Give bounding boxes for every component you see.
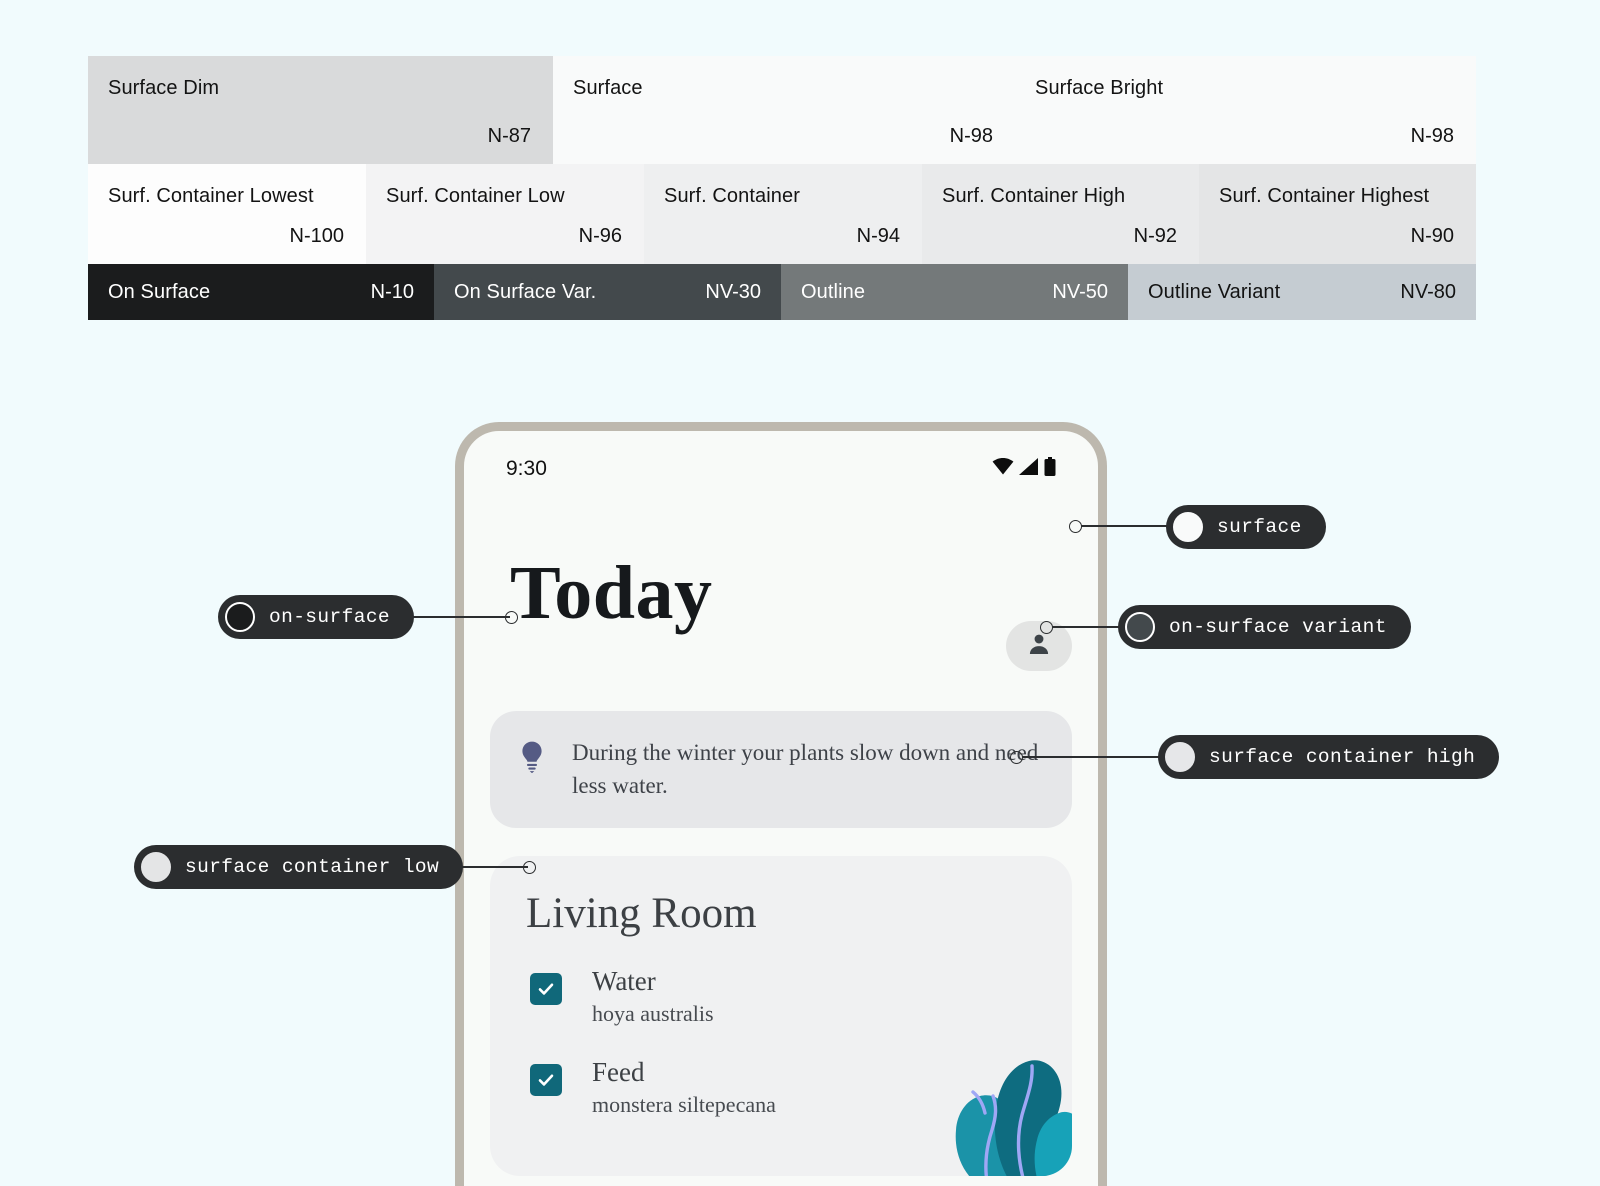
leader-line [1022,756,1166,758]
annotation-pill-surface[interactable]: surface [1166,505,1326,549]
swatch-code: N-100 [289,225,344,247]
leader-line [1052,626,1124,628]
lightbulb-icon [518,741,546,778]
leader-line [404,616,510,618]
tip-text: During the winter your plants slow down … [572,740,1039,798]
leader-endpoint-dot [505,611,518,624]
room-title: Living Room [526,890,757,938]
screen-header: Today [464,493,1098,671]
color-system-page: Surface Dim N-87 Surface N-98 Surface Br… [0,0,1600,1186]
swatch-on-surface-variant[interactable]: On Surface Var. NV-30 [434,264,781,320]
swatch-surface-container-low[interactable]: Surf. Container Low N-96 [366,164,644,264]
status-time: 9:30 [506,457,547,480]
swatch-outline-variant[interactable]: Outline Variant NV-80 [1128,264,1476,320]
swatch-on-surface[interactable]: On Surface N-10 [88,264,434,320]
annotation-label: surface container high [1209,746,1476,768]
battery-icon [1044,457,1056,481]
annotation-pill-on-surface[interactable]: on-surface [218,595,415,639]
swatch-surface-container-high[interactable]: Surf. Container High N-92 [922,164,1199,264]
task-plant: hoya australis [592,1000,714,1026]
swatch-label: Surface Dim [108,77,220,99]
annotation-pill-on-surface-variant[interactable]: on-surface variant [1118,605,1411,649]
leader-line [1081,525,1171,527]
swatch-row-surface-container: Surf. Container Lowest N-100 Surf. Conta… [88,164,1476,264]
swatch-row-on-surface: On Surface N-10 On Surface Var. NV-30 Ou… [88,264,1476,320]
task-list: Water hoya australis Feed monstera silte… [530,966,1072,1118]
check-icon [538,983,554,995]
color-dot [1165,742,1195,772]
tip-card[interactable]: During the winter your plants slow down … [490,711,1072,829]
swatch-surface[interactable]: Surface N-98 [553,56,1015,164]
swatch-surface-container-lowest[interactable]: Surf. Container Lowest N-100 [88,164,366,264]
swatch-surface-container[interactable]: Surf. Container N-94 [644,164,922,264]
swatch-code: N-10 [370,281,414,303]
swatch-label: Surf. Container [664,185,801,207]
annotation-label: on-surface variant [1169,616,1387,638]
annotation-label: surface container low [185,856,440,878]
checkbox-checked[interactable] [530,972,562,1005]
leader-endpoint-dot [523,861,536,874]
phone-mockup: 9:30 Today During the winter your plants… [455,422,1107,1186]
swatch-label: Outline Variant [1148,281,1281,303]
swatch-row-surface: Surface Dim N-87 Surface N-98 Surface Br… [88,56,1476,164]
annotation-pill-surface-container-high[interactable]: surface container high [1158,735,1500,779]
avatar[interactable] [1006,621,1072,671]
swatch-code: N-96 [578,225,622,247]
swatch-label: Surface Bright [1035,77,1164,99]
swatch-surface-bright[interactable]: Surface Bright N-98 [1015,56,1476,164]
swatch-outline[interactable]: Outline NV-50 [781,264,1128,320]
swatch-code: N-94 [856,225,900,247]
swatch-code: NV-30 [705,281,761,303]
annotation-label: surface [1217,516,1302,538]
surface-color-swatch-table: Surface Dim N-87 Surface N-98 Surface Br… [88,56,1476,320]
color-dot [1173,512,1203,542]
swatch-label: Surf. Container Low [386,185,565,207]
color-dot [225,602,255,632]
task-label: Feed [592,1056,645,1087]
swatch-label: Surf. Container Lowest [108,185,314,207]
swatch-label: On Surface [108,281,211,303]
swatch-code: N-90 [1410,225,1454,247]
person-icon [1026,631,1052,662]
swatch-code: N-98 [949,125,993,147]
task-label: Water [592,965,656,996]
task-plant: monstera siltepecana [592,1091,776,1117]
task-row[interactable]: Feed monstera siltepecana [530,1057,1072,1118]
swatch-label: Outline [801,281,866,303]
annotation-pill-surface-container-low[interactable]: surface container low [134,845,464,889]
swatch-code: N-87 [487,125,531,147]
checkbox-checked[interactable] [530,1063,562,1096]
swatch-label: Surf. Container Highest [1219,185,1430,207]
swatch-label: Surf. Container High [942,185,1126,207]
swatch-label: On Surface Var. [454,281,597,303]
swatch-label: Surface [573,77,643,99]
check-icon [538,1074,554,1086]
swatch-surface-container-highest[interactable]: Surf. Container Highest N-90 [1199,164,1476,264]
swatch-code: NV-50 [1052,281,1108,303]
wifi-icon [992,458,1014,480]
swatch-code: NV-80 [1400,281,1456,303]
room-card[interactable]: Living Room Water hoya australis Feed mo… [490,856,1072,1176]
annotation-label: on-surface [269,606,391,628]
status-icons [992,457,1056,481]
swatch-code: N-92 [1133,225,1177,247]
swatch-surface-dim[interactable]: Surface Dim N-87 [88,56,553,164]
color-dot [1125,612,1155,642]
task-row[interactable]: Water hoya australis [530,966,1072,1027]
page-title: Today [510,551,713,635]
signal-icon [1019,458,1039,480]
swatch-code: N-98 [1410,125,1454,147]
color-dot [141,852,171,882]
status-bar: 9:30 [464,431,1098,493]
